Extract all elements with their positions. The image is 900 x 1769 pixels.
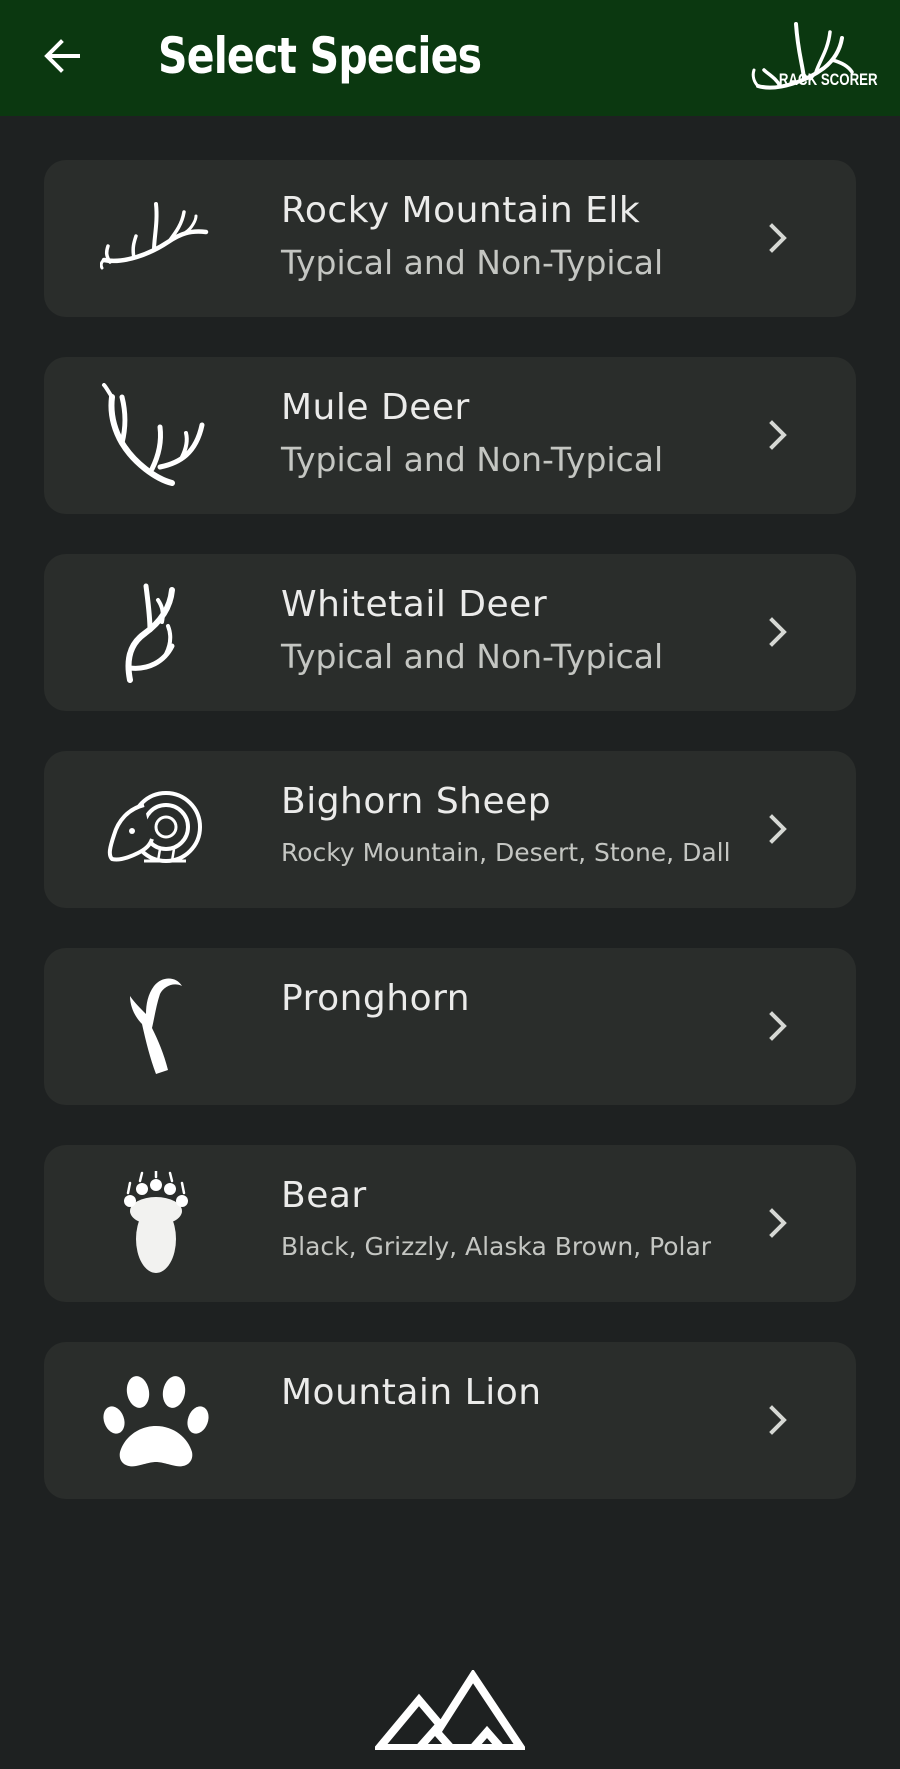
species-name: Bighorn Sheep [281,781,552,822]
ram-icon [100,773,212,885]
species-name: Pronghorn [281,978,471,1019]
species-card-mountain-lion[interactable]: Mountain Lion [44,1342,856,1499]
page-title: Select Species [158,27,482,85]
back-button[interactable] [30,20,94,92]
species-subtitle: Typical and Non-Typical [281,637,664,676]
species-name: Whitetail Deer [281,584,548,625]
species-card-elk[interactable]: Rocky Mountain Elk Typical and Non-Typic… [44,160,856,317]
card-text: Mule Deer Typical and Non-Typical [281,385,761,482]
card-text: Bighorn Sheep Rocky Mountain, Desert, St… [281,779,761,870]
brand-text: RACK SCORER [779,70,878,89]
species-subtitle: Typical and Non-Typical [281,440,664,479]
elk-antler-icon [100,182,212,294]
species-name: Rocky Mountain Elk [281,190,641,231]
chevron-right-icon [769,617,787,647]
species-card-bighorn-sheep[interactable]: Bighorn Sheep Rocky Mountain, Desert, St… [44,751,856,908]
arrow-left-icon [44,39,80,73]
pronghorn-horn-icon [100,970,212,1082]
species-subtitle: Black, Grizzly, Alaska Brown, Polar [281,1232,712,1261]
species-name: Mountain Lion [281,1372,542,1413]
species-card-pronghorn[interactable]: Pronghorn [44,948,856,1105]
card-text: Bear Black, Grizzly, Alaska Brown, Polar [281,1173,761,1264]
chevron-right-icon [769,1208,787,1238]
species-name: Bear [281,1175,367,1216]
species-name: Mule Deer [281,387,470,428]
card-text: Mountain Lion [281,1370,761,1423]
chevron-right-icon [769,1011,787,1041]
mountain-logo-icon [375,1670,525,1750]
species-list: Rocky Mountain Elk Typical and Non-Typic… [44,160,856,1539]
species-subtitle: Rocky Mountain, Desert, Stone, Dall [281,838,731,867]
whitetail-antler-icon [100,576,212,688]
brand-logo: RACK SCORER [748,20,878,96]
card-text: Rocky Mountain Elk Typical and Non-Typic… [281,188,761,285]
species-subtitle: Typical and Non-Typical [281,243,664,282]
species-card-bear[interactable]: Bear Black, Grizzly, Alaska Brown, Polar [44,1145,856,1302]
card-text: Whitetail Deer Typical and Non-Typical [281,582,761,679]
chevron-right-icon [769,223,787,253]
species-card-mule-deer[interactable]: Mule Deer Typical and Non-Typical [44,357,856,514]
species-card-whitetail-deer[interactable]: Whitetail Deer Typical and Non-Typical [44,554,856,711]
cat-paw-icon [100,1364,212,1476]
bear-paw-icon [100,1167,212,1279]
app-bar: Select Species RACK SCORER [0,0,900,116]
chevron-right-icon [769,1405,787,1435]
mule-deer-antler-icon [100,379,212,491]
chevron-right-icon [769,814,787,844]
chevron-right-icon [769,420,787,450]
card-text: Pronghorn [281,976,761,1029]
